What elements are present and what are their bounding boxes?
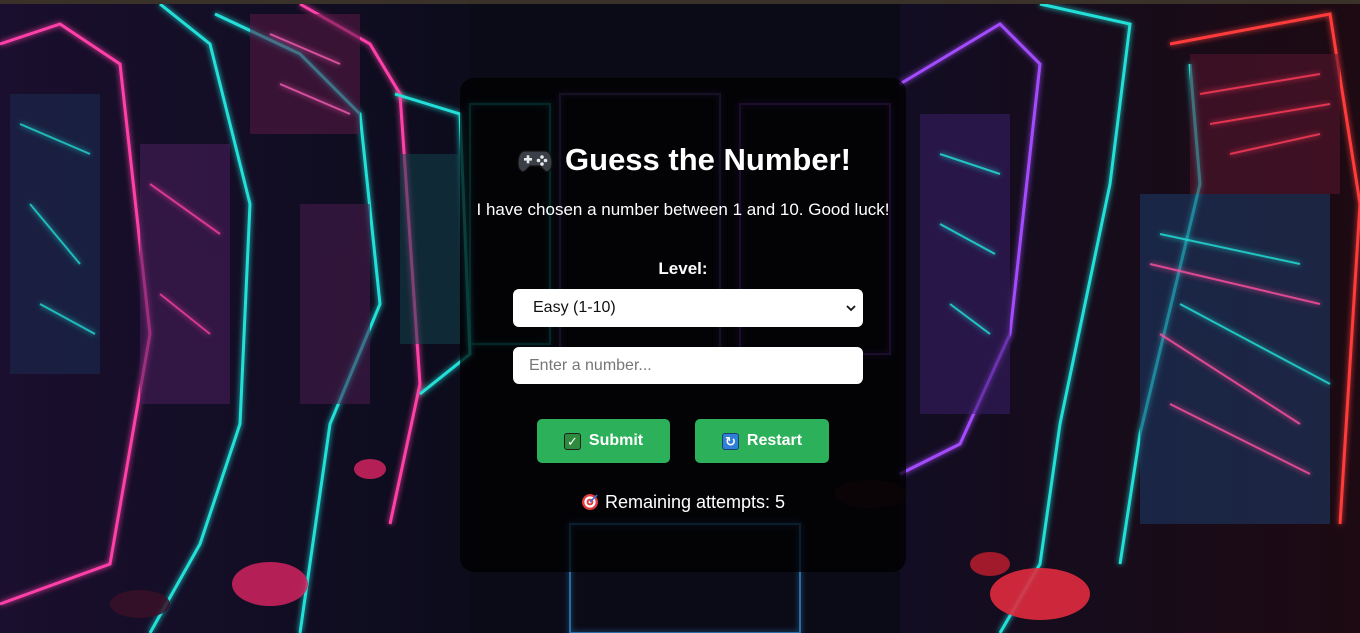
submit-button[interactable]: ✓ Submit — [537, 419, 670, 463]
number-input[interactable] — [513, 347, 863, 384]
level-label: Level: — [658, 259, 708, 278]
submit-label: Submit — [588, 432, 644, 449]
intro-text: I have chosen a number between 1 and 10.… — [476, 200, 890, 219]
game-page: Guess the Number! I have chosen a number… — [0, 0, 1360, 633]
game-title: Guess the Number! — [0, 142, 1360, 182]
refresh-icon: ↻ — [721, 432, 739, 450]
game-title-text: Guess the Number! — [565, 142, 851, 177]
check-mark-icon: ✓ — [563, 432, 581, 450]
chevron-down-icon — [841, 289, 861, 327]
level-select[interactable]: Easy (1-10) — [513, 289, 863, 327]
target-icon — [581, 493, 599, 516]
restart-button[interactable]: ↻ Restart — [695, 419, 829, 463]
level-select-value: Easy (1-10) — [533, 299, 616, 316]
gamepad-icon — [517, 146, 553, 182]
remaining-attempts: Remaining attempts: 5 — [460, 492, 906, 516]
restart-label: Restart — [746, 432, 803, 449]
attempts-text: Remaining attempts: 5 — [604, 492, 786, 512]
